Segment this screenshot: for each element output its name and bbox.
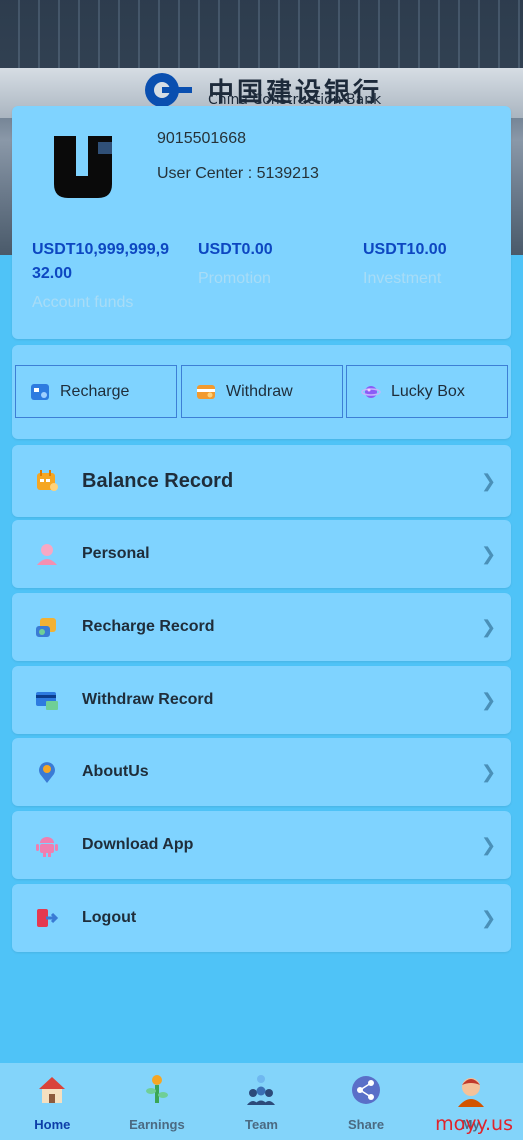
chevron-right-icon: ❯ bbox=[481, 907, 497, 928]
recharge-label: Recharge bbox=[60, 382, 130, 400]
android-icon bbox=[36, 837, 58, 857]
user-avatar-icon bbox=[457, 1078, 484, 1107]
lucky-box-label: Lucky Box bbox=[391, 382, 465, 400]
chevron-right-icon: ❯ bbox=[481, 616, 497, 637]
nav-item-home[interactable]: Home bbox=[0, 1063, 105, 1140]
phone-number: 9015501668 bbox=[157, 130, 246, 147]
person-icon bbox=[37, 544, 57, 565]
menu-item-label: Download App bbox=[82, 836, 194, 853]
chevron-right-icon: ❯ bbox=[481, 689, 497, 710]
nav-label: Home bbox=[34, 1117, 71, 1132]
withdraw-icon bbox=[197, 384, 215, 399]
nav-label: Team bbox=[244, 1117, 278, 1132]
chevron-right-icon: ❯ bbox=[481, 470, 497, 491]
investment-label: Investment bbox=[363, 270, 442, 287]
avatar[interactable] bbox=[48, 134, 122, 202]
promotion-stat: USDT0.00 Promotion bbox=[198, 238, 338, 288]
bank-logo-icon bbox=[145, 73, 192, 107]
nav-item-team[interactable]: Team bbox=[209, 1063, 314, 1140]
nav-label: Earnings bbox=[129, 1117, 185, 1132]
menu-item-balance-record[interactable]: Balance Record ❯ bbox=[12, 445, 511, 517]
chevron-right-icon: ❯ bbox=[481, 761, 497, 782]
nav-label: Share bbox=[348, 1117, 385, 1132]
menu-item-label: Balance Record bbox=[82, 469, 234, 492]
wallet-icon bbox=[36, 618, 56, 637]
logout-icon bbox=[37, 909, 59, 927]
money-tree-icon bbox=[145, 1075, 168, 1103]
menu-item-label: Logout bbox=[82, 909, 137, 926]
menu-item-label: Recharge Record bbox=[82, 618, 215, 635]
menu-item-recharge-record[interactable]: Recharge Record ❯ bbox=[12, 593, 511, 661]
menu-item-logout[interactable]: Logout ❯ bbox=[12, 884, 511, 952]
user-center-id: User Center : 5139213 bbox=[157, 165, 319, 182]
investment-value: USDT10.00 bbox=[363, 241, 447, 258]
menu-item-withdraw-record[interactable]: Withdraw Record ❯ bbox=[12, 666, 511, 734]
chevron-right-icon: ❯ bbox=[481, 834, 497, 855]
menu-item-about-us[interactable]: AboutUs ❯ bbox=[12, 738, 511, 806]
account-funds-value: USDT10,999,999,932.00 bbox=[32, 241, 169, 282]
nav-item-share[interactable]: Share bbox=[314, 1063, 419, 1140]
menu-item-download-app[interactable]: Download App ❯ bbox=[12, 811, 511, 879]
account-funds-label: Account funds bbox=[32, 294, 134, 311]
recharge-icon bbox=[31, 383, 49, 400]
house-icon bbox=[39, 1077, 66, 1103]
menu-item-label: Withdraw Record bbox=[82, 691, 214, 708]
lucky-box-icon bbox=[361, 385, 381, 398]
account-funds-stat: USDT10,999,999,932.00 Account funds bbox=[32, 238, 172, 312]
card-icon bbox=[36, 692, 58, 710]
team-icon bbox=[247, 1075, 276, 1105]
profile-card: 9015501668 User Center : 5139213 USDT10,… bbox=[12, 106, 511, 339]
chevron-right-icon: ❯ bbox=[481, 543, 497, 564]
calendar-icon bbox=[37, 470, 58, 491]
share-icon bbox=[352, 1076, 381, 1104]
withdraw-label: Withdraw bbox=[226, 382, 293, 400]
promotion-label: Promotion bbox=[198, 270, 271, 287]
investment-stat: USDT10.00 Investment bbox=[363, 238, 503, 288]
menu-item-personal[interactable]: Personal ❯ bbox=[12, 520, 511, 588]
location-pin-icon bbox=[39, 762, 55, 783]
withdraw-button[interactable]: Withdraw bbox=[181, 365, 343, 418]
lucky-box-button[interactable]: Lucky Box bbox=[346, 365, 508, 418]
watermark: moyy.us bbox=[435, 1113, 513, 1135]
menu-item-label: Personal bbox=[82, 545, 150, 562]
nav-item-earnings[interactable]: Earnings bbox=[105, 1063, 210, 1140]
recharge-button[interactable]: Recharge bbox=[15, 365, 177, 418]
menu-item-label: AboutUs bbox=[82, 763, 149, 780]
quick-actions: Recharge Withdraw Lucky Box bbox=[12, 345, 511, 439]
promotion-value: USDT0.00 bbox=[198, 241, 273, 258]
